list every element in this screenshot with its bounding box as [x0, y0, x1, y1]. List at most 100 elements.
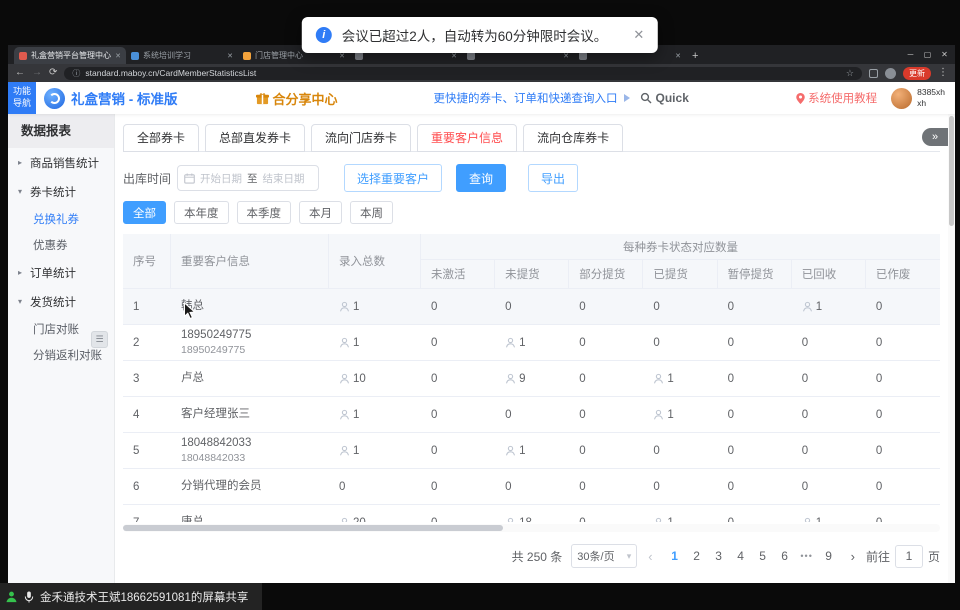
count-link-cell[interactable]: 1 [495, 433, 569, 468]
count-link-cell[interactable]: 1 [643, 397, 717, 432]
sidebar-item[interactable]: ▾发货统计 [8, 287, 114, 316]
site-info-icon[interactable]: ⓘ [72, 68, 80, 79]
table-row[interactable]: 7唐总2001801010 [123, 505, 940, 522]
tab-title: 礼盒营销平台管理中心 [31, 50, 111, 61]
content-tab[interactable]: 重要客户信息 [417, 124, 517, 152]
count-link-cell[interactable]: 1 [329, 397, 421, 432]
minimize-button[interactable]: ─ [902, 50, 919, 59]
count-link-cell[interactable]: 18 [495, 505, 569, 522]
count-link-cell[interactable]: 1 [329, 289, 421, 324]
count-link-cell[interactable]: 1 [329, 433, 421, 468]
count-cell: 0 [718, 361, 792, 396]
close-window-button[interactable]: ✕ [936, 50, 953, 59]
quick-filter-button[interactable]: 本季度 [237, 201, 292, 224]
count-cell: 0 [569, 289, 643, 324]
sidebar-item[interactable]: ▾券卡统计 [8, 177, 114, 206]
page-number[interactable]: 2 [686, 545, 708, 567]
page-number[interactable]: 4 [730, 545, 752, 567]
browser-profile-avatar[interactable] [885, 68, 896, 79]
customer-count-icon [339, 409, 350, 420]
content-tab[interactable]: 流向门店券卡 [311, 124, 411, 152]
count-link-cell[interactable]: 1 [792, 289, 866, 324]
extensions-icon[interactable] [869, 69, 878, 78]
select-customer-button[interactable]: 选择重要客户 [344, 164, 442, 192]
next-page-button[interactable]: › [849, 549, 857, 564]
count-link-cell[interactable]: 1 [792, 505, 866, 522]
page-number[interactable]: 3 [708, 545, 730, 567]
count-value: 0 [579, 301, 585, 313]
count-link-cell[interactable]: 9 [495, 361, 569, 396]
sidebar-item[interactable]: ▸订单统计 [8, 258, 114, 287]
forward-icon[interactable]: → [32, 68, 42, 78]
page-number[interactable]: 1 [664, 545, 686, 567]
bookmark-star-icon[interactable]: ☆ [846, 68, 854, 79]
sidebar-collapse-handle[interactable]: ☰ [91, 331, 108, 348]
user-avatar[interactable] [891, 88, 912, 109]
page-goto-input[interactable] [895, 545, 923, 568]
tab-close-icon[interactable]: ✕ [675, 52, 681, 60]
expand-panel-button[interactable]: » [922, 128, 948, 146]
page-number[interactable]: 5 [752, 545, 774, 567]
tab-close-icon[interactable]: ✕ [227, 52, 233, 60]
browser-tab[interactable]: 系统培训学习✕ [126, 47, 238, 64]
query-button[interactable]: 查询 [456, 164, 506, 192]
share-center-link[interactable]: 合分享中心 [256, 89, 338, 108]
tutorial-link[interactable]: 系统使用教程 [796, 90, 877, 106]
content-tab[interactable]: 流向仓库券卡 [523, 124, 623, 152]
end-date-placeholder: 结束日期 [263, 171, 305, 186]
toast-close-icon[interactable]: ✕ [633, 27, 644, 43]
page-number[interactable]: 6 [774, 545, 796, 567]
table-row[interactable]: 5180488420331804884203310100000 [123, 433, 940, 469]
quick-search-button[interactable]: Quick [640, 91, 689, 105]
prev-page-button[interactable]: ‹ [646, 549, 654, 564]
refresh-icon[interactable]: ⟳ [49, 68, 57, 78]
table-row[interactable]: 6分销代理的会员00000000 [123, 469, 940, 505]
page-number[interactable]: 9 [818, 545, 840, 567]
export-button[interactable]: 导出 [528, 164, 578, 192]
table-row[interactable]: 4客户经理张三10001000 [123, 397, 940, 433]
sidebar-item[interactable]: 兑换礼券 [8, 206, 114, 232]
browser-menu-icon[interactable]: ⋮ [938, 68, 948, 78]
customer-name: 分销代理的会员 [181, 480, 262, 494]
quick-filter-button[interactable]: 本年度 [174, 201, 229, 224]
caret-icon: ▸ [18, 268, 26, 277]
count-link-cell[interactable]: 1 [643, 361, 717, 396]
horizontal-scrollbar[interactable] [123, 524, 940, 532]
count-link-cell[interactable]: 1 [495, 325, 569, 360]
quick-filter-button[interactable]: 本月 [299, 201, 342, 224]
back-icon[interactable]: ← [15, 68, 25, 78]
maximize-button[interactable]: ▢ [919, 50, 936, 59]
new-tab-button[interactable]: + [692, 50, 698, 62]
table-row[interactable]: 1韩总10000010 [123, 289, 940, 325]
tab-close-icon[interactable]: ✕ [115, 52, 121, 60]
table-row[interactable]: 2189502497751895024977510100000 [123, 325, 940, 361]
vertical-scrollbar[interactable] [948, 114, 955, 583]
sidebar-item[interactable]: ▸商品销售统计 [8, 148, 114, 177]
browser-update-button[interactable]: 更新 [903, 67, 931, 80]
content-tab[interactable]: 总部直发券卡 [205, 124, 305, 152]
page-size-select[interactable]: 30条/页 ▾ [571, 544, 637, 568]
cell-index: 6 [123, 469, 171, 504]
quick-filter-button[interactable]: 全部 [123, 201, 166, 224]
caret-icon: ▸ [18, 158, 26, 167]
count-link-cell[interactable]: 20 [329, 505, 421, 522]
toast-message: 会议已超过2人，自动转为60分钟限时会议。 [342, 25, 608, 45]
count-link-cell[interactable]: 1 [643, 505, 717, 522]
function-nav-button[interactable]: 功能 导航 [8, 82, 36, 114]
sidebar-item[interactable]: 优惠券 [8, 232, 114, 258]
vertical-scrollbar-thumb[interactable] [949, 116, 954, 226]
address-bar[interactable]: ⓘ standard.maboy.cn/CardMemberStatistics… [64, 67, 862, 80]
customer-count-icon [653, 373, 664, 384]
count-link-cell[interactable]: 1 [329, 325, 421, 360]
content-tab[interactable]: 全部券卡 [123, 124, 199, 152]
quick-filter-button[interactable]: 本周 [350, 201, 393, 224]
browser-tab[interactable]: 礼盒营销平台管理中心 ✕ [14, 47, 126, 64]
table-row[interactable]: 3卢总100901000 [123, 361, 940, 397]
date-range-input[interactable]: 开始日期 至 结束日期 [177, 165, 319, 191]
count-link-cell[interactable]: 10 [329, 361, 421, 396]
customer-phone: 18048842033 [181, 452, 245, 465]
horizontal-scrollbar-thumb[interactable] [123, 525, 503, 531]
cell-customer: 1804884203318048842033 [171, 433, 329, 468]
app-logo [44, 88, 65, 109]
column-header-customer: 重要客户信息 [171, 234, 329, 288]
